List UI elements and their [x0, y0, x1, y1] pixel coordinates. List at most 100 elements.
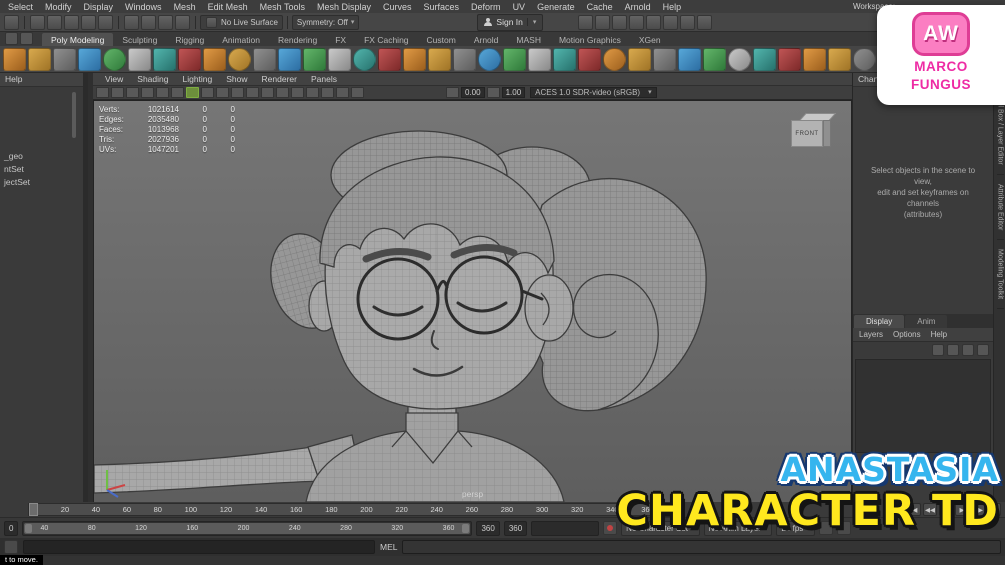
command-line-mode-toggle[interactable]: MEL	[380, 542, 397, 552]
menu-item[interactable]: Select	[2, 2, 39, 12]
depth-of-field-icon[interactable]	[306, 87, 319, 98]
shelf-tab[interactable]: Poly Modeling	[42, 33, 113, 46]
layer-editor-menu-item[interactable]: Options	[893, 330, 921, 339]
render-view-icon[interactable]	[578, 15, 593, 30]
shelf-tool-icon[interactable]	[853, 48, 876, 71]
move-layer-down-icon[interactable]	[977, 344, 989, 356]
view-transform-dropdown[interactable]: ACES 1.0 SDR-video (sRGB) ▾	[530, 87, 656, 98]
shelf-tool-icon[interactable]	[528, 48, 551, 71]
redo-icon[interactable]	[98, 15, 113, 30]
shelf-tool-icon[interactable]	[603, 48, 626, 71]
gate-mask-icon[interactable]	[156, 87, 169, 98]
shelf-tool-icon[interactable]	[453, 48, 476, 71]
panel-menu-item[interactable]: Show	[219, 74, 254, 84]
shelf-tool-icon[interactable]	[328, 48, 351, 71]
command-line-input[interactable]	[23, 540, 375, 554]
film-gate-icon[interactable]	[126, 87, 139, 98]
menu-item[interactable]: Cache	[581, 2, 619, 12]
menu-item[interactable]: Windows	[119, 2, 168, 12]
grid-toggle-icon[interactable]	[111, 87, 124, 98]
layer-editor-tab[interactable]: Anim	[905, 315, 947, 328]
shelf-tool-icon[interactable]	[728, 48, 751, 71]
shelf-tool-icon[interactable]	[278, 48, 301, 71]
shelf-tab[interactable]: Rendering	[269, 33, 326, 46]
undo-icon[interactable]	[81, 15, 96, 30]
shelf-tool-icon[interactable]	[553, 48, 576, 71]
command-line-result[interactable]	[402, 540, 1001, 554]
view-cube-side-face[interactable]	[823, 120, 831, 147]
menu-item[interactable]: Display	[78, 2, 120, 12]
shelf-tool-icon[interactable]	[778, 48, 801, 71]
layer-editor-menu-item[interactable]: Layers	[859, 330, 883, 339]
textured-display-icon[interactable]	[216, 87, 229, 98]
shelf-tool-icon[interactable]	[653, 48, 676, 71]
shelf-tool-icon[interactable]	[403, 48, 426, 71]
joints-xray-icon[interactable]	[351, 87, 364, 98]
panel-menu-item[interactable]: Lighting	[175, 74, 219, 84]
panel-menu-item[interactable]: Renderer	[255, 74, 304, 84]
panel-menu-item[interactable]: Shading	[130, 74, 175, 84]
outliner-scrollbar[interactable]	[72, 92, 76, 138]
display-layers-icon[interactable]	[663, 15, 678, 30]
save-scene-icon[interactable]	[64, 15, 79, 30]
menu-item[interactable]: Generate	[531, 2, 581, 12]
shelf-tool-icon[interactable]	[753, 48, 776, 71]
resolution-gate-icon[interactable]	[141, 87, 154, 98]
new-empty-layer-icon[interactable]	[932, 344, 944, 356]
shelf-tool-icon[interactable]	[228, 48, 251, 71]
screen-space-ao-icon[interactable]	[261, 87, 274, 98]
tab-attribute-editor[interactable]: Attribute Editor	[997, 175, 1004, 240]
menu-item[interactable]: UV	[507, 2, 532, 12]
range-slider[interactable]: 4080120160200240280320360	[22, 521, 472, 536]
layer-editor-menu-item[interactable]: Help	[931, 330, 947, 339]
layer-list[interactable]	[855, 359, 991, 453]
menu-item[interactable]: Surfaces	[418, 2, 466, 12]
playback-end-field[interactable]: 360	[504, 521, 527, 536]
viewport-canvas[interactable]: Verts: 1021614 0 0 Edges: 2035480 0 0 Fa…	[93, 100, 852, 503]
shelf-tool-icon[interactable]	[578, 48, 601, 71]
shelf-tool-icon[interactable]	[103, 48, 126, 71]
snap-curve-icon[interactable]	[141, 15, 156, 30]
shelf-tool-icon[interactable]	[153, 48, 176, 71]
isolate-select-icon[interactable]	[321, 87, 334, 98]
shelf-tool-icon[interactable]	[428, 48, 451, 71]
shelf-tool-icon[interactable]	[703, 48, 726, 71]
range-slider-bar[interactable]: 4080120160200240280320360	[24, 523, 470, 534]
shelf-tool-icon[interactable]	[203, 48, 226, 71]
editor-layout-icon[interactable]	[697, 15, 712, 30]
shelf-tool-icon[interactable]	[478, 48, 501, 71]
shelf-tab[interactable]: Custom	[418, 33, 465, 46]
shelf-tool-icon[interactable]	[303, 48, 326, 71]
shelf-options-icon[interactable]	[20, 32, 33, 45]
shelf-tab[interactable]: Rigging	[166, 33, 213, 46]
snap-point-icon[interactable]	[158, 15, 173, 30]
outliner-menu-help[interactable]: Help	[0, 72, 83, 87]
menu-item[interactable]: Mesh	[168, 2, 202, 12]
hypershade-icon[interactable]	[629, 15, 644, 30]
shelf-tool-icon[interactable]	[78, 48, 101, 71]
menuset-selector-icon[interactable]	[4, 15, 19, 30]
playback-start-field[interactable]: 0	[4, 521, 18, 536]
shelf-tool-icon[interactable]	[178, 48, 201, 71]
menu-item[interactable]: Help	[657, 2, 688, 12]
shelf-tool-icon[interactable]	[253, 48, 276, 71]
exposure-icon[interactable]	[446, 87, 459, 98]
render-settings-icon[interactable]	[612, 15, 627, 30]
new-scene-icon[interactable]	[30, 15, 45, 30]
light-editor-icon[interactable]	[646, 15, 661, 30]
panel-menu-item[interactable]: View	[98, 74, 130, 84]
menu-item[interactable]: Arnold	[619, 2, 657, 12]
shelf-tool-icon[interactable]	[678, 48, 701, 71]
exposure-field[interactable]: 0.00	[461, 87, 485, 98]
shelf-tab[interactable]: MASH	[507, 33, 550, 46]
shelf-tab[interactable]: FX	[326, 33, 355, 46]
shelf-tool-icon[interactable]	[828, 48, 851, 71]
ipr-render-icon[interactable]	[595, 15, 610, 30]
xray-icon[interactable]	[336, 87, 349, 98]
current-character-field[interactable]	[531, 521, 599, 536]
symmetry-dropdown[interactable]: Symmetry: Off ▾	[292, 15, 359, 30]
shelf-tab[interactable]: XGen	[630, 33, 670, 46]
shelf-tool-icon[interactable]	[3, 48, 26, 71]
shelf-tool-icon[interactable]	[353, 48, 376, 71]
panel-menu-item[interactable]: Panels	[304, 74, 344, 84]
